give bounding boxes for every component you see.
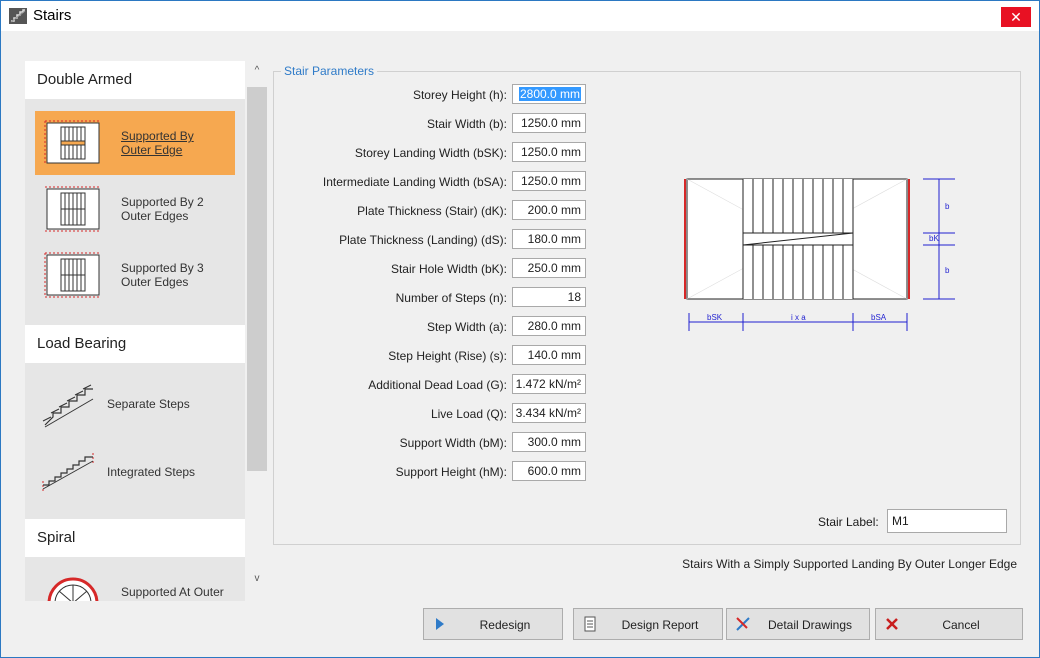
close-icon: ✕ (1010, 9, 1022, 25)
label-line: Outer Edge (121, 143, 183, 157)
button-label: Design Report (621, 618, 699, 632)
stair-label-input[interactable]: M1 (887, 509, 1007, 533)
param-label: Stair Hole Width (bK): (390, 262, 507, 276)
stair-type-label: Supported At Outer (121, 585, 224, 599)
double-armed-3-edges-icon (44, 252, 101, 298)
button-label: Detail Drawings (767, 618, 853, 632)
param-label: Number of Steps (n): (395, 291, 507, 305)
stair-type-label: Integrated Steps (107, 465, 196, 479)
stair-plan-diagram: b bK b bSK i x a bSA (684, 178, 955, 331)
param-label: Additional Dead Load (G): (368, 378, 507, 392)
stair-type-supported-3-edges[interactable]: Supported By 3 Outer Edges (35, 243, 235, 307)
param-label: Storey Landing Width (bSK): (354, 146, 507, 160)
param-label: Support Width (bM): (399, 436, 507, 450)
stair-type-supported-outer-edge[interactable]: Supported By Outer Edge (35, 111, 235, 175)
stair-hole-width-input[interactable]: 250.0 mm (512, 258, 586, 278)
label-line: Outer Edges (121, 275, 189, 289)
close-button[interactable]: ✕ (1001, 7, 1031, 27)
label-line: Supported By 3 (121, 261, 204, 275)
stair-description: Stairs With a Simply Supported Landing B… (682, 557, 1017, 571)
intermediate-landing-width-input[interactable]: 1250.0 mm (512, 171, 586, 191)
double-armed-2-edges-icon (45, 186, 101, 232)
dim-label-bsk: bSK (707, 313, 723, 322)
param-label: Support Height (hM): (395, 465, 507, 479)
group-title: Stair Parameters (281, 64, 378, 78)
spiral-icon (47, 577, 99, 601)
live-load-input[interactable]: 3.434 kN/m² (512, 403, 586, 423)
step-height-input[interactable]: 140.0 mm (512, 345, 586, 365)
support-height-input[interactable]: 600.0 mm (512, 461, 586, 481)
stair-type-label: Supported By 2 Outer Edges (121, 195, 204, 223)
stairs-app-icon (9, 8, 27, 24)
redesign-button[interactable]: Redesign (423, 608, 563, 640)
stair-type-label: Supported By 3 Outer Edges (121, 261, 204, 289)
cancel-button[interactable]: Cancel (875, 608, 1023, 640)
stair-type-separate-steps[interactable]: Separate Steps (35, 373, 235, 437)
plate-thickness-stair-input[interactable]: 200.0 mm (512, 200, 586, 220)
additional-dead-load-input[interactable]: 1.472 kN/m² (512, 374, 586, 394)
storey-landing-width-input[interactable]: 1250.0 mm (512, 142, 586, 162)
param-label: Stair Width (b): (426, 117, 507, 131)
button-label: Redesign (479, 618, 531, 632)
support-width-input[interactable]: 300.0 mm (512, 432, 586, 452)
stair-label-caption: Stair Label: (818, 515, 879, 529)
category-heading-double-armed: Double Armed (25, 61, 245, 99)
category-scrollbar[interactable]: ^ v (247, 61, 267, 601)
stair-type-label: Separate Steps (107, 397, 190, 411)
play-icon (436, 618, 444, 630)
param-label: Step Height (Rise) (s): (388, 349, 507, 363)
window-title: Stairs (33, 7, 72, 24)
drawing-tools-icon (736, 617, 750, 631)
chevron-up-icon[interactable]: ^ (251, 65, 263, 77)
label-line: Supported By 2 (121, 195, 204, 209)
stairs-dialog: Stairs ✕ Double Armed Supported By Outer… (0, 0, 1040, 658)
close-icon (886, 618, 898, 630)
number-of-steps-input[interactable]: 18 (512, 287, 586, 307)
label-line: Outer Edges (121, 209, 189, 223)
report-icon (584, 616, 596, 632)
dim-label-b-bottom: b (945, 266, 950, 275)
design-report-button[interactable]: Design Report (573, 608, 723, 640)
category-heading-load-bearing: Load Bearing (25, 325, 245, 363)
storey-height-input[interactable]: 2800.0 mm (512, 84, 586, 104)
stair-type-label: Supported By Outer Edge (121, 129, 194, 157)
selected-text: 2800.0 mm (518, 87, 581, 101)
category-heading-spiral: Spiral (25, 519, 245, 557)
param-label: Plate Thickness (Landing) (dS): (339, 233, 507, 247)
chevron-down-icon[interactable]: v (251, 573, 263, 585)
param-label: Storey Height (h): (412, 88, 507, 102)
stair-type-supported-2-edges[interactable]: Supported By 2 Outer Edges (35, 177, 235, 241)
stair-width-input[interactable]: 1250.0 mm (512, 113, 586, 133)
double-armed-outer-edge-icon (44, 120, 101, 165)
button-label: Cancel (942, 618, 980, 632)
vertical-dimension (923, 178, 955, 300)
separate-steps-icon (42, 384, 94, 428)
title-bar[interactable]: Stairs ✕ (1, 1, 1039, 31)
stair-type-integrated-steps[interactable]: Integrated Steps (35, 439, 235, 503)
integrated-steps-icon (42, 453, 94, 493)
dim-label-b-top: b (945, 202, 950, 211)
param-label: Intermediate Landing Width (bSA): (322, 175, 507, 189)
scrollbar-thumb[interactable] (247, 87, 267, 471)
plate-thickness-landing-input[interactable]: 180.0 mm (512, 229, 586, 249)
dim-label-bsa: bSA (871, 313, 887, 322)
param-label: Step Width (a): (426, 320, 507, 334)
param-label: Live Load (Q): (430, 407, 507, 421)
dim-label-bk: bK (929, 234, 939, 243)
stair-type-scroll-area[interactable]: Double Armed Supported By Outer Edge Sup… (25, 61, 245, 601)
step-width-input[interactable]: 280.0 mm (512, 316, 586, 336)
stair-type-list: Double Armed Supported By Outer Edge Sup… (25, 61, 271, 601)
param-label: Plate Thickness (Stair) (dK): (357, 204, 507, 218)
stair-type-spiral-outer[interactable]: Supported At Outer (35, 567, 235, 601)
detail-drawings-button[interactable]: Detail Drawings (726, 608, 870, 640)
dim-label-ixa: i x a (791, 313, 806, 322)
label-line: Supported By (121, 129, 194, 143)
